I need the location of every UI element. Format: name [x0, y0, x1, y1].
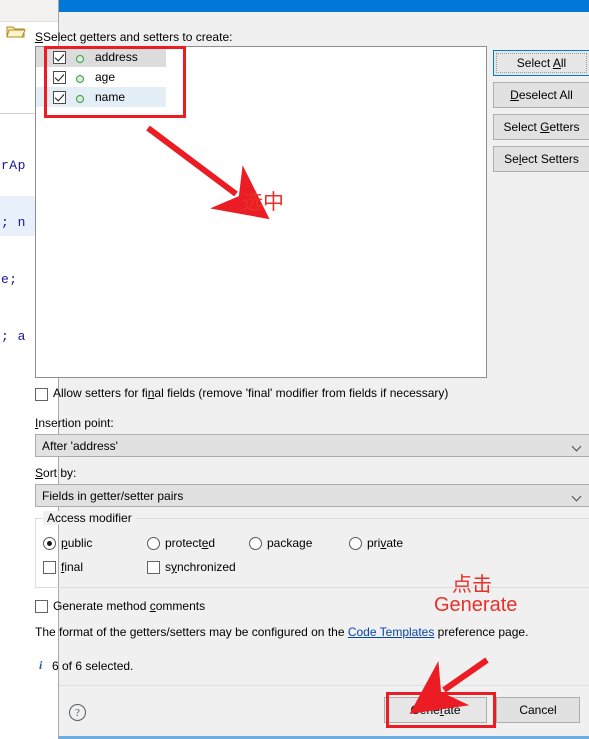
sort-by-combo[interactable]: Fields in getter/setter pairs [35, 484, 589, 507]
radio-protected-label: protected [165, 536, 216, 550]
radio-package[interactable] [249, 537, 262, 550]
field-checkbox[interactable] [53, 90, 66, 104]
select-getters-button[interactable]: Select Getters [493, 114, 589, 140]
radio-protected[interactable] [147, 537, 160, 550]
page-title: SSelect getters and setters to create: [35, 30, 233, 44]
select-annotation: 选中 [242, 191, 284, 214]
dialog-body: SSelect getters and setters to create: a… [35, 12, 589, 685]
radio-private-label: private [367, 536, 404, 550]
dialog-footer: ? Generate Cancel [59, 685, 589, 739]
tree-row[interactable]: address [36, 47, 166, 67]
radio-package-label: package [267, 536, 313, 550]
radio-public[interactable] [43, 537, 56, 550]
format-note: The format of the getters/setters may be… [35, 625, 528, 639]
insertion-point-combo[interactable]: After 'address' [35, 434, 589, 457]
chevron-down-icon[interactable] [573, 443, 580, 450]
generate-comments-label: Generate method comments [53, 599, 206, 613]
cancel-label: Cancel [519, 703, 557, 717]
sort-by-value: Fields in getter/setter pairs [42, 488, 184, 503]
field-icon [73, 51, 86, 64]
field-icon [73, 71, 86, 84]
field-icon [73, 91, 86, 104]
chevron-down-icon[interactable] [573, 493, 580, 500]
expand-arrow-icon[interactable] [40, 91, 53, 104]
select-all-button[interactable]: Select All [493, 50, 589, 76]
tree-row[interactable]: age [36, 67, 486, 87]
tree-item-label: age [95, 70, 116, 84]
cancel-button[interactable]: Cancel [496, 697, 580, 723]
tree-row[interactable]: name [36, 87, 166, 107]
format-note-prefix: The format of the getters/setters may be… [35, 625, 348, 639]
expand-arrow-icon[interactable] [40, 71, 53, 84]
generate-getters-setters-dialog: SSelect getters and setters to create: a… [35, 0, 589, 739]
insertion-point-value: After 'address' [42, 438, 118, 453]
tree-item-label: name [95, 90, 126, 104]
dialog-titlebar[interactable] [59, 0, 589, 12]
synchronized-checkbox[interactable] [147, 561, 160, 574]
synchronized-label: synchronized [165, 560, 236, 574]
background-toolbar [0, 0, 58, 22]
folder-icon [6, 26, 26, 38]
sort-by-label: Sort by: [35, 466, 77, 480]
status-text: 6 of 6 selected. [52, 659, 134, 673]
radio-public-label: public [61, 536, 93, 550]
generate-button[interactable]: Generate [384, 697, 487, 723]
field-checkbox[interactable] [53, 50, 66, 64]
insertion-point-label: Insertion point: [35, 416, 114, 430]
format-note-suffix: preference page. [434, 625, 529, 639]
click-annotation-line2: Generate [434, 594, 518, 616]
final-checkbox[interactable] [43, 561, 56, 574]
field-checkbox[interactable] [53, 70, 66, 84]
final-label: final [61, 560, 84, 574]
page-title-text: Select getters and setters to create: [43, 30, 233, 44]
screenshot-root: rAp ; n e; ; a SSelect getters and sette… [0, 0, 589, 739]
expand-arrow-icon[interactable] [40, 51, 53, 64]
generate-comments-checkbox[interactable] [35, 600, 48, 613]
click-annotation-line1: 点击 [452, 574, 492, 596]
code-templates-link[interactable]: Code Templates [348, 625, 435, 639]
help-icon[interactable]: ? [69, 704, 86, 721]
select-setters-button[interactable]: Select Setters [493, 146, 589, 172]
tree-item-label: address [95, 50, 138, 64]
access-modifier-group [35, 518, 589, 588]
allow-setters-checkbox[interactable] [35, 388, 48, 401]
access-modifier-title: Access modifier [43, 511, 136, 525]
allow-setters-label: Allow setters for final fields (remove '… [53, 386, 449, 400]
info-icon: i [39, 658, 43, 672]
deselect-all-button[interactable]: Deselect All [493, 82, 589, 108]
radio-private[interactable] [349, 537, 362, 550]
